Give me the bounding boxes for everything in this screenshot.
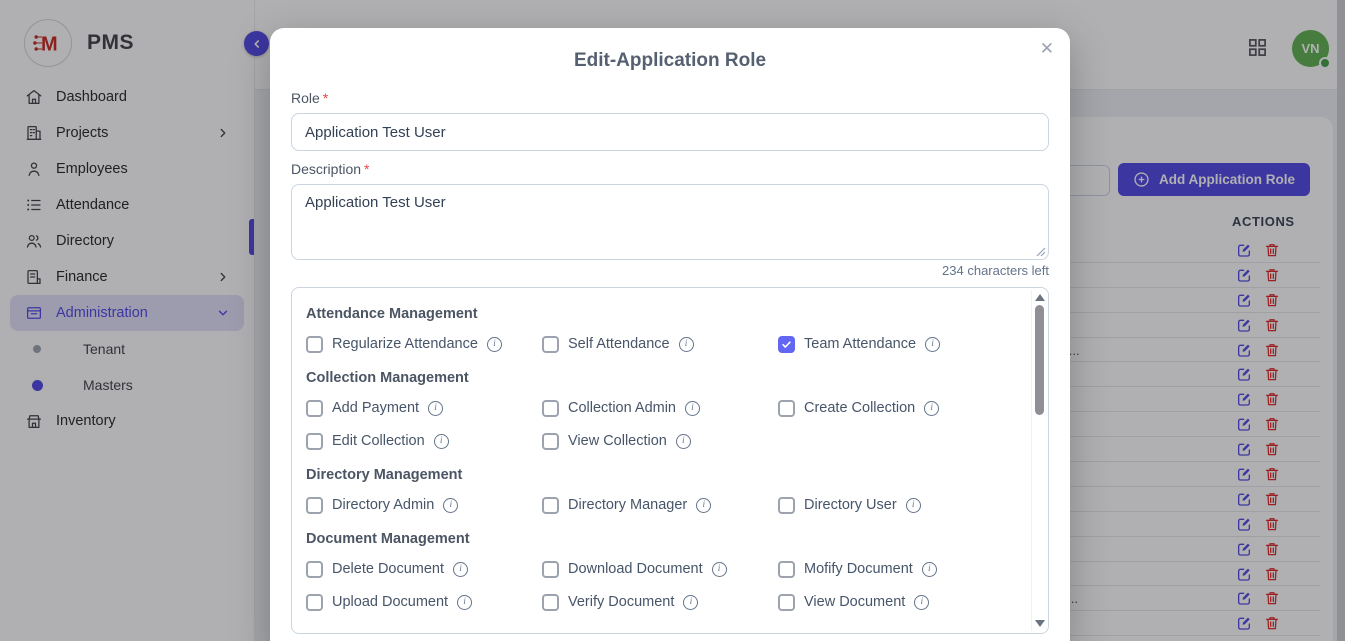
required-asterisk: * <box>364 161 369 177</box>
permissions-container: Attendance Management Regularize Attendan… <box>291 287 1049 634</box>
permission-group-title: Collection Management <box>306 370 1014 386</box>
permission-checkbox-item[interactable]: Directory Manager i <box>542 495 778 515</box>
checkbox-unchecked[interactable] <box>306 497 323 514</box>
modal-body: Role* Description* Application Test User… <box>270 90 1070 634</box>
permission-checkbox-item[interactable]: Edit Collection i <box>306 431 542 451</box>
permission-label: Directory Manager <box>568 497 687 513</box>
permission-grid: Regularize AttendanceiSelf AttendanceiTe… <box>306 334 1014 354</box>
info-icon[interactable]: i <box>922 562 937 577</box>
characters-left-counter: 234 characters left <box>291 263 1049 278</box>
info-icon[interactable]: i <box>428 401 443 416</box>
permission-checkbox-item[interactable]: Download Document i <box>542 559 778 579</box>
checkbox-unchecked[interactable] <box>778 594 795 611</box>
info-icon[interactable]: i <box>685 401 700 416</box>
permission-checkbox-item[interactable]: Add Payment i <box>306 398 542 418</box>
checkbox-unchecked[interactable] <box>542 594 559 611</box>
checkbox-unchecked[interactable] <box>542 561 559 578</box>
checkbox-unchecked[interactable] <box>306 400 323 417</box>
description-textarea[interactable]: Application Test User <box>291 184 1049 260</box>
permission-label: View Document <box>804 594 905 610</box>
permission-checkbox-item[interactable]: Collection Admin i <box>542 398 778 418</box>
checkbox-unchecked[interactable] <box>778 561 795 578</box>
role-input[interactable] <box>291 113 1049 151</box>
permission-grid: Delete DocumentiDownload DocumentiMofify… <box>306 559 1014 612</box>
required-asterisk: * <box>323 90 328 106</box>
scroll-down-arrow-icon[interactable] <box>1035 620 1045 627</box>
permission-checkbox-item[interactable]: Directory User i <box>778 495 1014 515</box>
info-icon[interactable]: i <box>924 401 939 416</box>
info-icon[interactable]: i <box>906 498 921 513</box>
info-icon[interactable]: i <box>676 434 691 449</box>
checkbox-checked[interactable] <box>778 336 795 353</box>
checkbox-unchecked[interactable] <box>542 433 559 450</box>
permission-grid: Add PaymentiCollection AdminiCreate Coll… <box>306 398 1014 451</box>
permission-label: Regularize Attendance <box>332 336 478 352</box>
checkbox-unchecked[interactable] <box>306 433 323 450</box>
permission-group: Attendance Management Regularize Attendan… <box>306 306 1014 354</box>
permission-label: Edit Collection <box>332 433 425 449</box>
screen: M PMS DashboardProjectsEmployeesAttendan… <box>0 0 1345 641</box>
permission-label: Directory Admin <box>332 497 434 513</box>
permission-label: View Collection <box>568 433 667 449</box>
permission-group: Document ManagementDelete DocumentiDownl… <box>306 531 1014 612</box>
info-icon[interactable]: i <box>914 595 929 610</box>
info-icon[interactable]: i <box>443 498 458 513</box>
permission-checkbox-item[interactable]: Verify Document i <box>542 592 778 612</box>
permission-checkbox-item[interactable]: Create Collection i <box>778 398 1014 418</box>
info-icon[interactable]: i <box>487 337 502 352</box>
edit-application-role-modal: ✕ Edit-Application Role Role* Descriptio… <box>270 28 1070 641</box>
checkbox-unchecked[interactable] <box>542 400 559 417</box>
permission-label: Mofify Document <box>804 561 913 577</box>
role-label: Role* <box>291 90 1049 106</box>
checkbox-unchecked[interactable] <box>306 594 323 611</box>
permission-group-title: Directory Management <box>306 467 1014 483</box>
checkbox-unchecked[interactable] <box>306 336 323 353</box>
checkbox-unchecked[interactable] <box>778 497 795 514</box>
permission-checkbox-item[interactable]: Delete Document i <box>306 559 542 579</box>
info-icon[interactable]: i <box>925 337 940 352</box>
info-icon[interactable]: i <box>696 498 711 513</box>
permissions-list: Attendance Management Regularize Attendan… <box>292 288 1048 612</box>
permission-label: Directory User <box>804 497 897 513</box>
checkbox-unchecked[interactable] <box>778 400 795 417</box>
permission-label: Create Collection <box>804 400 915 416</box>
permission-checkbox-item[interactable]: Directory Admin i <box>306 495 542 515</box>
info-icon[interactable]: i <box>457 595 472 610</box>
permission-label: Add Payment <box>332 400 419 416</box>
permissions-scrollbar[interactable] <box>1031 290 1046 631</box>
info-icon[interactable]: i <box>679 337 694 352</box>
permission-group-title: Attendance Management <box>306 306 1014 322</box>
info-icon[interactable]: i <box>434 434 449 449</box>
permission-checkbox-item[interactable]: Team Attendance i <box>778 334 1014 354</box>
permission-label: Self Attendance <box>568 336 670 352</box>
permission-checkbox-item[interactable]: View Collection i <box>542 431 778 451</box>
info-icon[interactable]: i <box>683 595 698 610</box>
description-label: Description* <box>291 161 1049 177</box>
permission-checkbox-item[interactable]: Self Attendance i <box>542 334 778 354</box>
info-icon[interactable]: i <box>453 562 468 577</box>
permission-label: Team Attendance <box>804 336 916 352</box>
info-icon[interactable]: i <box>712 562 727 577</box>
permission-label: Collection Admin <box>568 400 676 416</box>
checkbox-unchecked[interactable] <box>542 336 559 353</box>
permission-group: Directory ManagementDirectory AdminiDire… <box>306 467 1014 515</box>
scroll-up-arrow-icon[interactable] <box>1035 294 1045 301</box>
permission-checkbox-item[interactable]: Upload Document i <box>306 592 542 612</box>
close-icon[interactable]: ✕ <box>1040 40 1054 57</box>
permission-checkbox-item[interactable]: Mofify Document i <box>778 559 1014 579</box>
permission-group-title: Document Management <box>306 531 1014 547</box>
modal-title: Edit-Application Role <box>270 28 1070 74</box>
checkbox-unchecked[interactable] <box>542 497 559 514</box>
permission-label: Delete Document <box>332 561 444 577</box>
permission-group: Collection ManagementAdd PaymentiCollect… <box>306 370 1014 451</box>
permission-label: Download Document <box>568 561 703 577</box>
scrollbar-thumb[interactable] <box>1035 305 1044 415</box>
checkbox-unchecked[interactable] <box>306 561 323 578</box>
permission-label: Upload Document <box>332 594 448 610</box>
permission-grid: Directory AdminiDirectory ManageriDirect… <box>306 495 1014 515</box>
permission-label: Verify Document <box>568 594 674 610</box>
permission-checkbox-item[interactable]: Regularize Attendance i <box>306 334 542 354</box>
permission-checkbox-item[interactable]: View Document i <box>778 592 1014 612</box>
